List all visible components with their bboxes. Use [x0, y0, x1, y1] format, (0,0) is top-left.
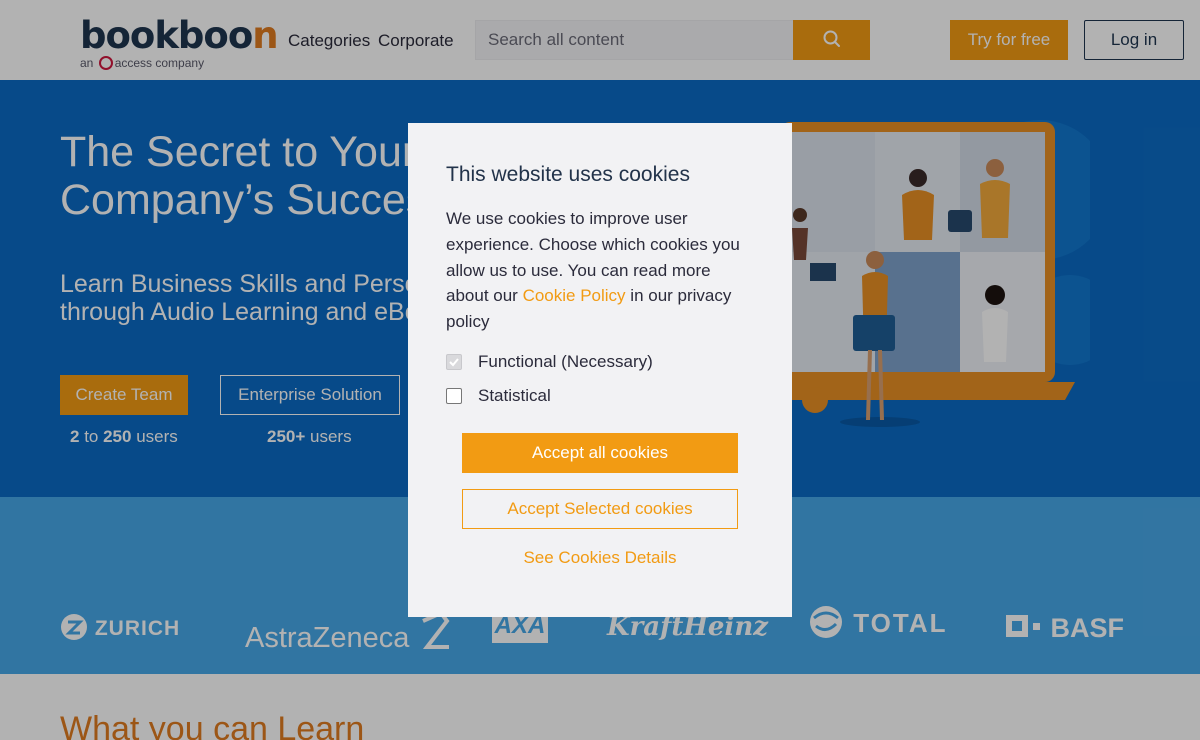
- statistical-cookies-option[interactable]: Statistical: [446, 386, 551, 406]
- accept-selected-cookies-button[interactable]: Accept Selected cookies: [462, 489, 738, 529]
- functional-checkbox: [446, 354, 462, 370]
- statistical-checkbox[interactable]: [446, 388, 462, 404]
- accept-all-cookies-button[interactable]: Accept all cookies: [462, 433, 738, 473]
- cookie-consent-dialog: This website uses cookies We use cookies…: [408, 123, 792, 617]
- functional-cookies-option: Functional (Necessary): [446, 352, 653, 372]
- checkmark-icon: [449, 358, 459, 367]
- cookie-dialog-text: We use cookies to improve user experienc…: [446, 209, 740, 332]
- cookie-dialog-title: This website uses cookies: [446, 163, 690, 186]
- cookie-policy-link[interactable]: Cookie Policy: [523, 286, 626, 305]
- see-cookies-details-link[interactable]: See Cookies Details: [408, 548, 792, 568]
